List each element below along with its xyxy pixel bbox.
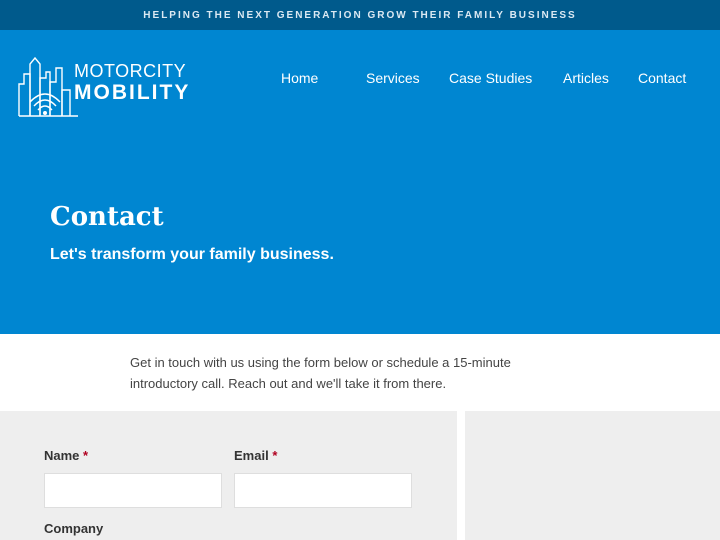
nav-services[interactable]: Services bbox=[366, 70, 420, 86]
main-nav: Home Services Case Studies Articles Cont… bbox=[0, 70, 720, 92]
intro-paragraph: Get in touch with us using the form belo… bbox=[130, 355, 511, 391]
nav-contact[interactable]: Contact bbox=[638, 70, 686, 86]
name-label: Name * bbox=[44, 448, 88, 463]
contact-form: Name * Email * Company bbox=[0, 411, 457, 540]
required-marker: * bbox=[83, 448, 89, 463]
tagline-text: HELPING THE NEXT GENERATION GROW THEIR F… bbox=[143, 9, 577, 21]
nav-case-studies[interactable]: Case Studies bbox=[449, 70, 532, 86]
name-field[interactable] bbox=[44, 473, 222, 508]
top-announcement-bar: HELPING THE NEXT GENERATION GROW THEIR F… bbox=[0, 0, 720, 30]
page-subtitle: Let's transform your family business. bbox=[50, 246, 334, 263]
email-field[interactable] bbox=[234, 473, 412, 508]
email-label: Email * bbox=[234, 448, 277, 463]
required-marker: * bbox=[272, 448, 278, 463]
page-title: Contact bbox=[50, 202, 164, 232]
side-panel bbox=[465, 411, 720, 540]
nav-home[interactable]: Home bbox=[281, 70, 318, 86]
email-label-text: Email bbox=[234, 448, 269, 463]
site-header: MOTORCITY MOBILITY Home Services Case St… bbox=[0, 30, 720, 334]
nav-articles[interactable]: Articles bbox=[563, 70, 609, 86]
company-label: Company bbox=[44, 521, 104, 536]
name-label-text: Name bbox=[44, 448, 80, 463]
